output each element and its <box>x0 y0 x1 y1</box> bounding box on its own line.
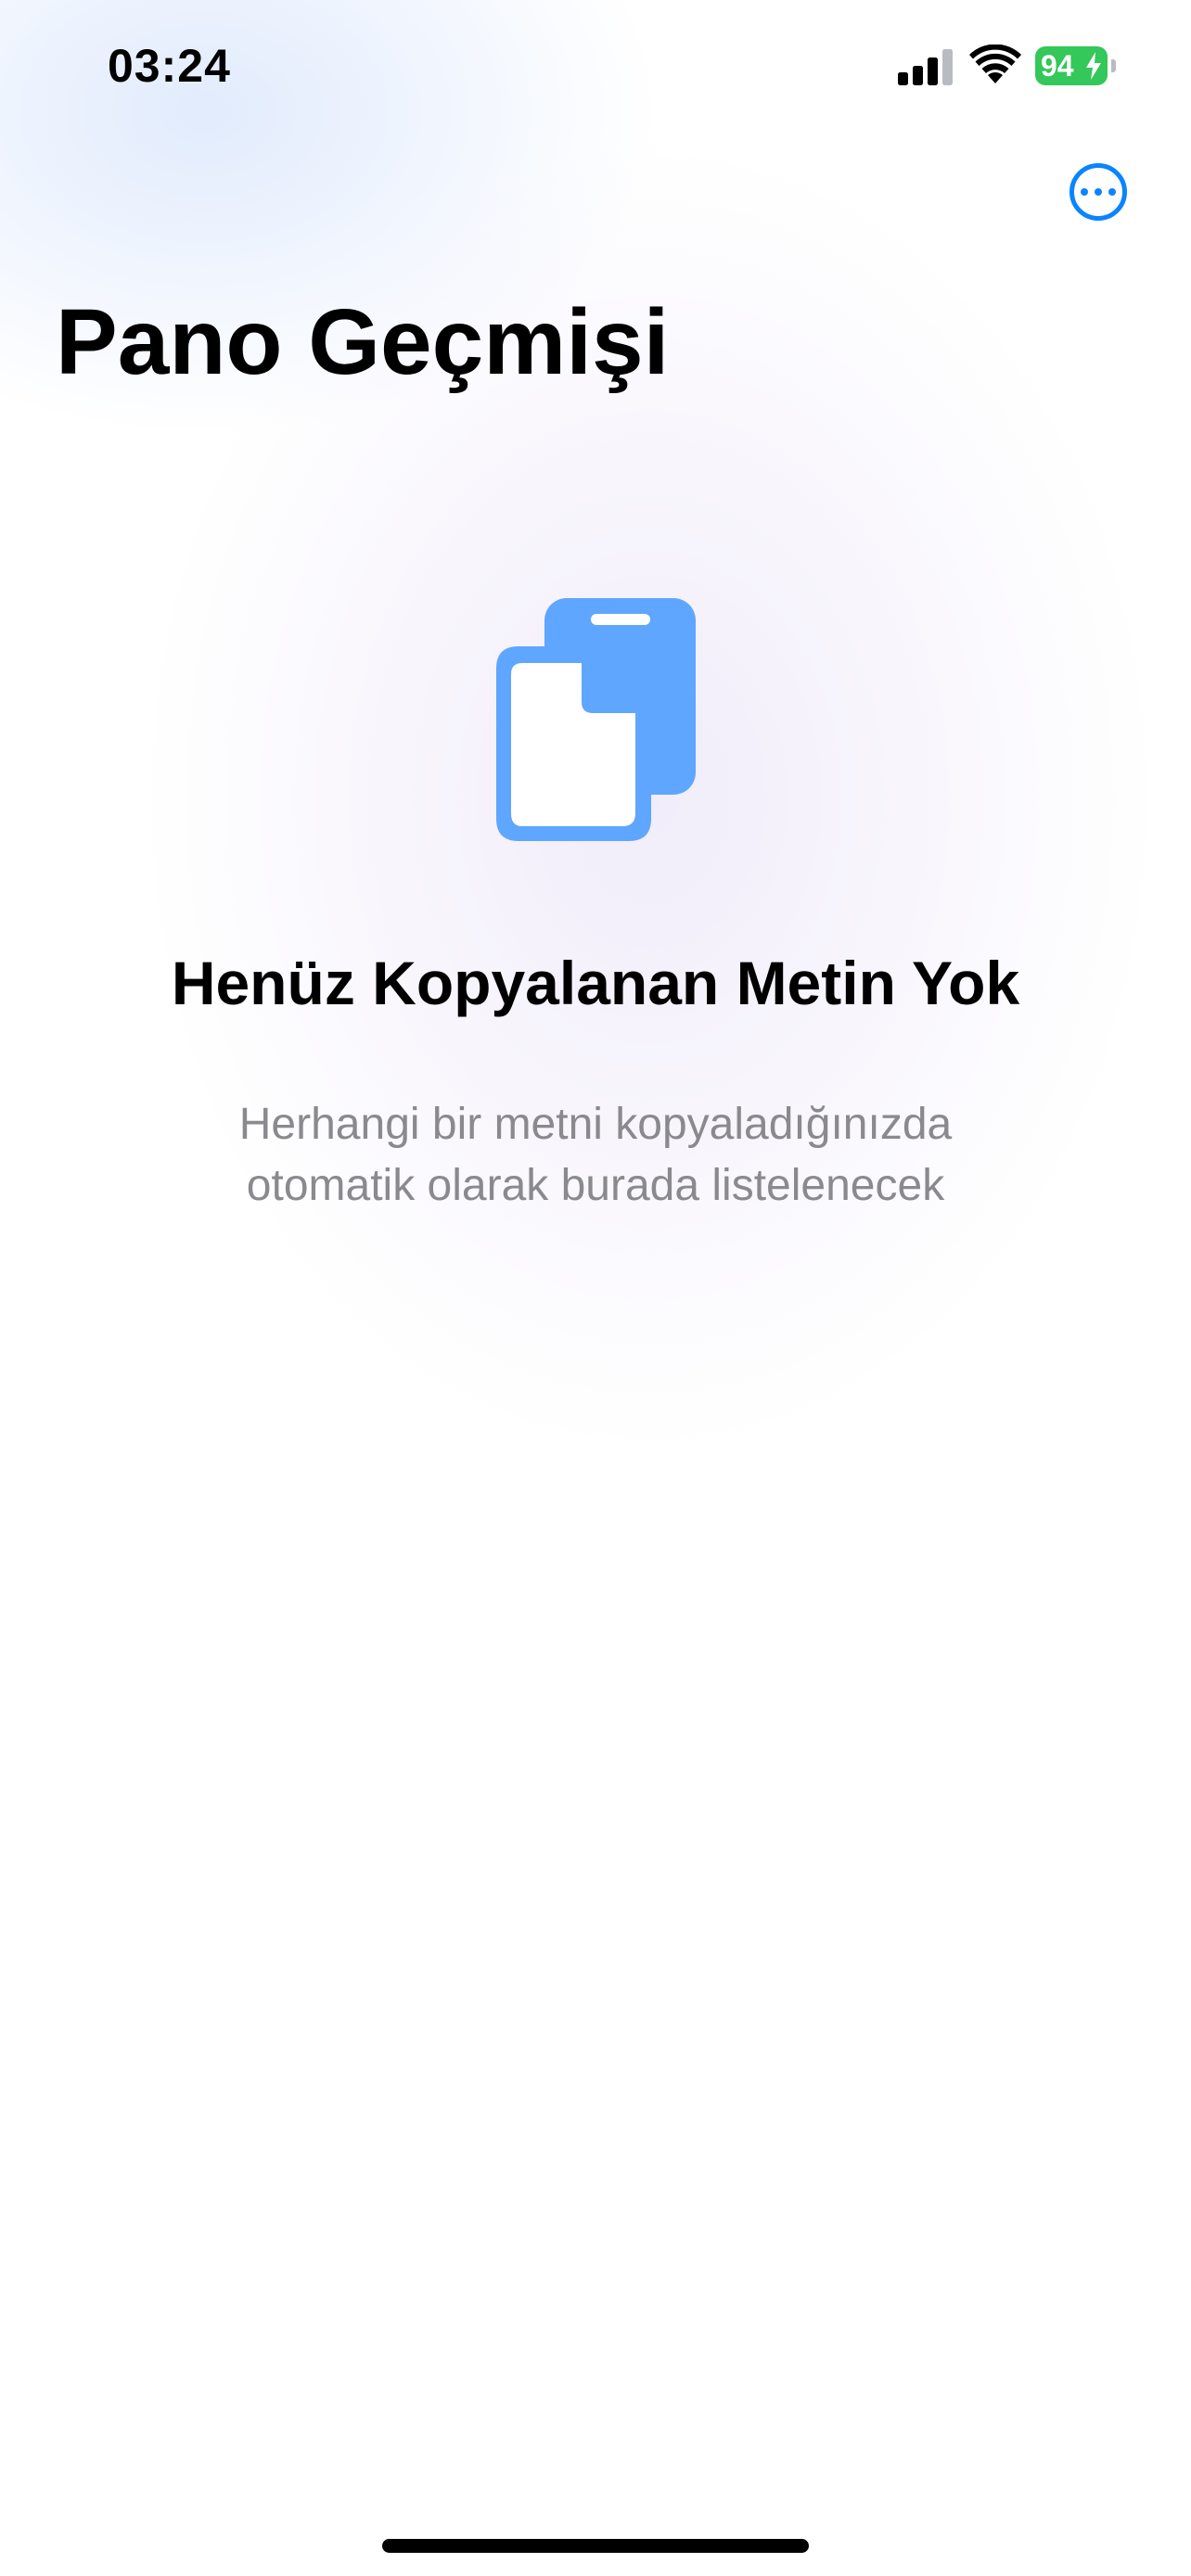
empty-state-description-line: Herhangi bir metni kopyaladığınızda <box>238 1100 953 1149</box>
empty-state-title: Henüz Kopyalanan Metin Yok <box>171 949 1020 1017</box>
status-time: 03:24 <box>108 40 231 92</box>
page-title: Pano Geçmişi <box>56 290 670 394</box>
ellipsis-dot-icon <box>1095 188 1102 196</box>
cellular-signal-icon <box>898 49 953 85</box>
ellipsis-dot-icon <box>1081 188 1088 196</box>
home-indicator[interactable] <box>382 2539 809 2553</box>
more-options-button[interactable] <box>1069 163 1127 221</box>
ellipsis-dot-icon <box>1108 188 1116 196</box>
empty-state-description: Herhangi bir metni kopyaladığınızda otom… <box>0 1094 1191 1217</box>
empty-state-description-line: otomatik olarak burada listelenecek <box>246 1161 945 1210</box>
wifi-icon <box>969 45 1021 83</box>
battery-cap <box>1111 59 1116 72</box>
charging-bolt-icon <box>1086 52 1101 80</box>
battery-indicator: 94 <box>1035 46 1117 85</box>
status-bar: 03:24 94 <box>0 0 1191 139</box>
clipboard-copy-icon <box>496 598 696 841</box>
